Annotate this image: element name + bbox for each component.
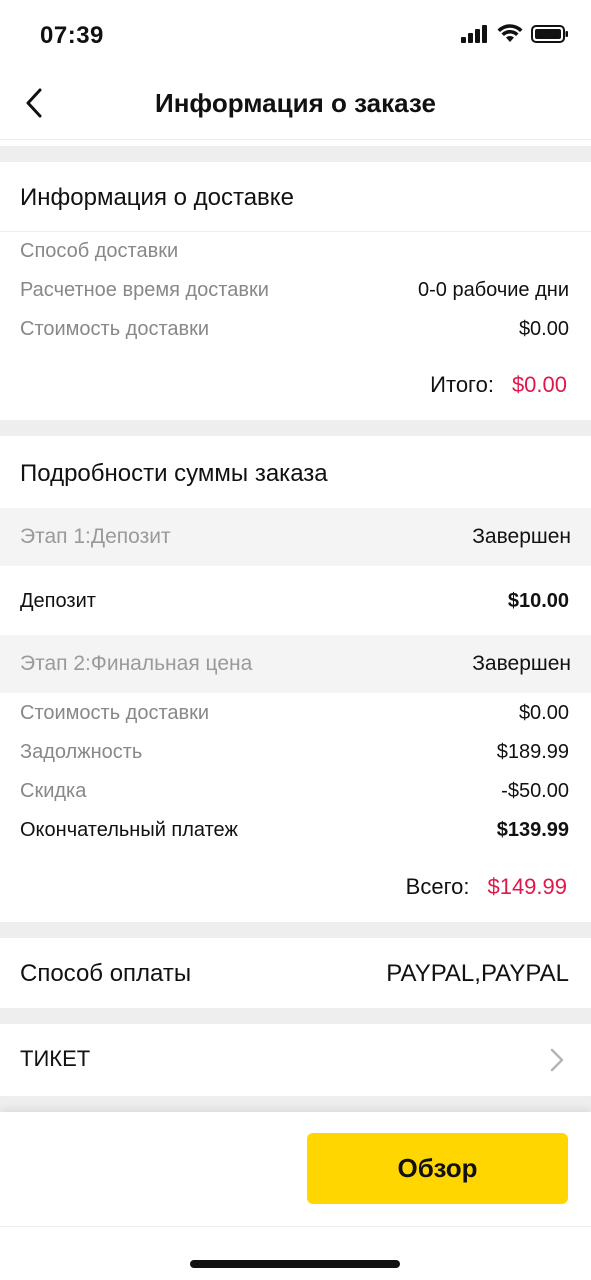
final-payment-row: Окончательный платеж $139.99	[20, 819, 569, 842]
chevron-right-icon	[550, 1048, 564, 1072]
stage-1-row: Этап 1:Депозит Завершен	[0, 508, 591, 566]
delivery-time-value: 0-0 рабочие дни	[417, 279, 569, 301]
debt-label: Задолжность	[20, 741, 143, 763]
payment-value: PAYPAL,PAYPAL	[386, 960, 569, 987]
stage-1-label: Этап 1:Депозит	[20, 525, 171, 548]
amount-total-label: Всего:	[405, 874, 470, 899]
discount-value: -$50.00	[501, 780, 569, 802]
stage-2-row: Этап 2:Финальная цена Завершен	[0, 635, 591, 693]
divider	[0, 231, 591, 232]
delivery-time-label: Расчетное время доставки	[20, 279, 269, 301]
delivery-time-row: Расчетное время доставки 0-0 рабочие дни	[20, 279, 569, 302]
delivery-method-label: Способ доставки	[20, 240, 179, 262]
ticket-row[interactable]: ТИКЕТ	[0, 1024, 591, 1094]
debt-row: Задолжность $189.99	[20, 741, 569, 764]
delivery-cost-value: $0.00	[518, 318, 569, 340]
section-separator	[0, 1008, 591, 1024]
status-icons	[461, 24, 569, 43]
discount-label: Скидка	[20, 780, 87, 802]
section-separator	[0, 1096, 591, 1112]
ticket-section: ТИКЕТ	[0, 1024, 591, 1096]
delivery-section: Информация о доставке Способ доставки Ра…	[0, 162, 591, 420]
delivery-title: Информация о доставке	[20, 184, 294, 211]
amount-total: Всего: $149.99	[406, 874, 567, 900]
final-payment-label: Окончательный платеж	[20, 819, 238, 841]
delivery-total: Итого: $0.00	[430, 372, 567, 398]
page-title: Информация о заказе	[155, 88, 436, 118]
amount-section: Подробности суммы заказа Этап 1:Депозит …	[0, 436, 591, 922]
status-bar: 07:39	[0, 0, 591, 70]
delivery-total-value: $0.00	[511, 372, 567, 397]
stage-1-status: Завершен	[472, 525, 571, 548]
deposit-value: $10.00	[507, 590, 569, 612]
final-shipping-label: Стоимость доставки	[20, 702, 210, 724]
section-separator	[0, 420, 591, 436]
stage-2-status: Завершен	[472, 652, 571, 675]
final-payment-value: $139.99	[496, 819, 569, 841]
stage-2-label: Этап 2:Финальная цена	[20, 652, 253, 675]
payment-label: Способ оплаты	[20, 960, 192, 987]
divider	[0, 1226, 591, 1227]
payment-section: Способ оплаты PAYPAL,PAYPAL	[0, 938, 591, 1008]
delivery-total-label: Итого:	[430, 372, 494, 397]
debt-value: $189.99	[496, 741, 569, 763]
wifi-icon	[497, 24, 523, 42]
delivery-cost-label: Стоимость доставки	[20, 318, 210, 340]
section-separator	[0, 146, 591, 162]
amount-total-value: $149.99	[487, 874, 567, 899]
nav-bar: Информация о заказе	[0, 70, 591, 140]
home-indicator	[190, 1260, 400, 1268]
status-time: 07:39	[40, 22, 104, 49]
ticket-label: ТИКЕТ	[20, 1046, 91, 1071]
delivery-method-row: Способ доставки	[20, 240, 569, 263]
amount-title: Подробности суммы заказа	[20, 460, 328, 487]
final-shipping-value: $0.00	[518, 702, 569, 724]
final-shipping-row: Стоимость доставки $0.00	[20, 702, 569, 725]
deposit-label: Депозит	[20, 590, 96, 612]
deposit-row: Депозит $10.00	[20, 590, 569, 613]
payment-row: Способ оплаты PAYPAL,PAYPAL	[20, 960, 569, 988]
discount-row: Скидка -$50.00	[20, 780, 569, 803]
signal-icon	[461, 24, 487, 43]
battery-icon	[531, 24, 568, 43]
bottom-action-bar: Обзор	[0, 1112, 591, 1280]
section-separator	[0, 922, 591, 938]
delivery-cost-row: Стоимость доставки $0.00	[20, 318, 569, 341]
review-button[interactable]: Обзор	[307, 1133, 568, 1204]
